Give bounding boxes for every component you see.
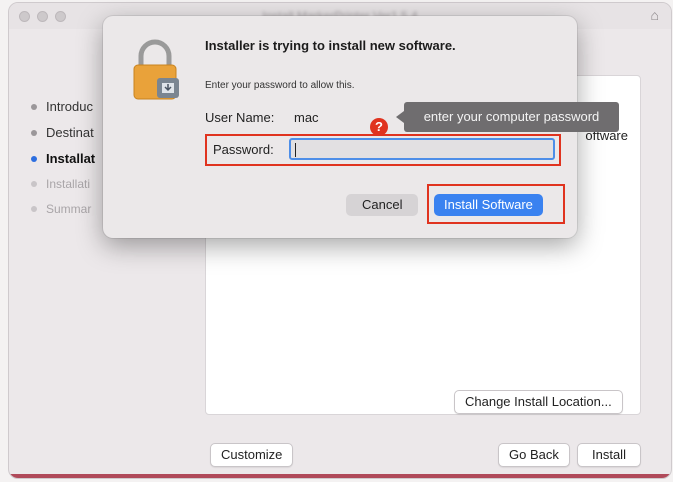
step-introduction: Introduc [31, 99, 93, 114]
go-back-button[interactable]: Go Back [498, 443, 570, 467]
step-label: Summar [46, 202, 92, 216]
step-label: Installati [46, 177, 91, 191]
password-highlight-box [205, 134, 561, 166]
window-bottom-edge [9, 474, 671, 478]
install-button[interactable]: Install [577, 443, 641, 467]
dialog-title: Installer is trying to install new softw… [205, 38, 456, 53]
change-install-location-button[interactable]: Change Install Location... [454, 390, 623, 414]
step-bullet-icon [31, 181, 37, 187]
password-hint-tooltip: enter your computer password [396, 102, 619, 132]
step-label: Introduc [46, 99, 93, 114]
step-bullet-icon [31, 129, 37, 136]
dialog-description: Enter your password to allow this. [205, 80, 355, 91]
help-question-icon: ? [370, 118, 388, 136]
padlock-icon: ⌂ [650, 7, 659, 23]
step-installation: Installati [31, 177, 90, 191]
step-destination: Destinat [31, 125, 94, 140]
step-bullet-icon [31, 103, 37, 110]
cancel-button[interactable]: Cancel [346, 194, 419, 216]
step-label: Destinat [46, 125, 94, 140]
step-label: Installat [46, 151, 96, 166]
username-field[interactable]: mac [294, 110, 319, 125]
step-bullet-icon [31, 206, 37, 212]
step-installation-type: Installat [31, 151, 95, 166]
customize-button[interactable]: Customize [210, 443, 294, 467]
username-label: User Name: [205, 110, 275, 125]
step-bullet-icon [31, 155, 37, 162]
lock-icon [133, 39, 179, 100]
step-summary: Summar [31, 202, 91, 216]
install-software-highlight-box [427, 184, 565, 224]
